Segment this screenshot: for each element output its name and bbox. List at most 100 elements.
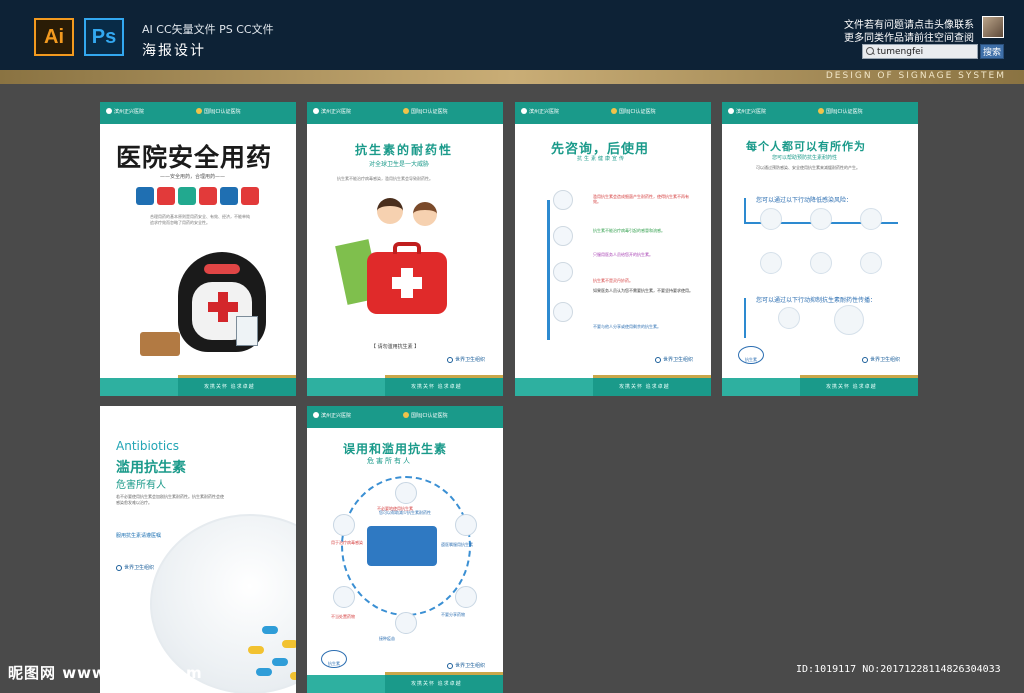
poster-subtitle: ——安全用药，合理用药—— xyxy=(160,174,226,180)
design-tag: DESIGN OF SIGNAGE SYSTEM xyxy=(825,71,1006,81)
flow-node xyxy=(553,302,573,322)
poster-paragraph: 若不必要使用抗生素会加剧抗生素耐药性。抗生素耐药性会使感染愈发难以治疗。 xyxy=(116,494,224,505)
design-tag-bar: DESIGN OF SIGNAGE SYSTEM xyxy=(0,70,1024,84)
who-icon xyxy=(655,356,661,363)
medicine-icon xyxy=(241,187,259,205)
white-cross-icon xyxy=(392,277,422,289)
poster-footer: 攻携关怀 追求卓越 xyxy=(515,375,711,396)
pill-icon xyxy=(262,626,278,634)
hospital-logo-icon xyxy=(728,108,734,114)
top-header: Ai Ps AI CC矢量文件 PS CC文件 海报设计 文件若有问题请点击头像… xyxy=(0,0,1024,70)
who-logo: 世界卫生组织 xyxy=(655,356,693,363)
action-icon xyxy=(834,305,864,335)
medicine-icon xyxy=(157,187,175,205)
search-input[interactable] xyxy=(877,45,977,58)
who-icon xyxy=(116,564,122,571)
poster-footer: 攻携关怀 追求卓越 xyxy=(100,375,296,396)
hospital-logo-icon xyxy=(313,108,319,114)
poster-safe-medication[interactable]: 滨州正兴医院 国际JCI认证医院 医院安全用药 ——安全用药，合理用药—— 合理… xyxy=(100,102,296,396)
flow-line xyxy=(744,198,746,222)
poster-top-bar: 滨州正兴医院 国际JCI认证医院 xyxy=(307,102,503,124)
hospital-name: 滨州正兴医院 xyxy=(321,413,352,419)
jci-logo-icon xyxy=(818,108,824,114)
file-format-label: AI CC矢量文件 PS CC文件 xyxy=(142,23,274,36)
who-icon xyxy=(862,356,868,363)
poster-top-bar: 滨州正兴医院 国际JCI认证医院 xyxy=(307,406,503,428)
harm-text: 用于治疗病毒感染 xyxy=(331,540,363,545)
action-icon xyxy=(860,208,882,230)
cycle-center-illustration xyxy=(367,526,437,566)
pill-icon xyxy=(272,658,288,666)
hospital-logo-icon xyxy=(521,108,527,114)
poster-misuse-harms-all[interactable]: 滨州正兴医院 国际JCI认证医院 误用和滥用抗生素 危害所有人 您可以帮助减少抗… xyxy=(307,406,503,693)
footer-slogan: 攻携关怀 追求卓越 xyxy=(204,384,255,390)
who-icon xyxy=(447,356,453,363)
cycle-node-icon xyxy=(395,482,417,504)
who-label: 世界卫生组织 xyxy=(663,357,694,363)
action-icon xyxy=(810,208,832,230)
footer-light-block xyxy=(100,378,179,396)
jci-name: 国际JCI认证医院 xyxy=(619,109,656,115)
cycle-node-icon xyxy=(333,586,355,608)
footer-gold-stripe xyxy=(800,375,918,378)
poster-title: 滥用抗生素 xyxy=(116,460,186,476)
flow-node xyxy=(553,190,573,210)
site-watermark: 昵图网 www.nipic.com xyxy=(8,664,203,682)
poster-paragraph: 可以通过预防感染、安全使用抗生素来减缓耐药性的产生。 xyxy=(756,165,860,170)
harm-text: 不必要地使用抗生素 xyxy=(377,506,413,511)
footer-gold-stripe xyxy=(178,375,296,378)
flow-text: 抗生素不是灵丹妙药。 xyxy=(593,278,633,283)
flow-text: 只服用医务人员给您开的抗生素。 xyxy=(593,252,653,257)
adobe-illustrator-icon: Ai xyxy=(34,18,74,56)
poster-subtitle: 危害所有人 xyxy=(116,480,166,491)
poster-consult-first[interactable]: 滨州正兴医院 国际JCI认证医院 先咨询，后使用 抗生素健康宣传 滥用抗生素会造… xyxy=(515,102,711,396)
who-label: 世界卫生组织 xyxy=(124,565,155,571)
who-logo: 世界卫生组织 xyxy=(116,564,154,571)
flow-text: 不要与他人分享或使用剩余的抗生素。 xyxy=(593,324,661,329)
footer-light-block xyxy=(722,378,801,396)
who-logo: 世界卫生组织 xyxy=(447,662,485,669)
antibiotic-badge: 抗生素 xyxy=(738,346,764,364)
poster-title: 每个人都可以有所作为 xyxy=(746,140,866,153)
poster-warning-label: 【 请勿滥用抗生素 】 xyxy=(371,344,420,350)
section-heading: 您可以通过以下行动降低感染风险： xyxy=(756,197,853,204)
poster-title: 医院安全用药 xyxy=(116,143,273,172)
section-heading: 您可以通过以下行动抑制抗生素耐药性传播： xyxy=(756,297,877,304)
jci-name: 国际JCI认证医院 xyxy=(411,413,448,419)
category-title: 海报设计 xyxy=(142,43,206,59)
poster-antibiotics-abuse[interactable]: Antibiotics 滥用抗生素 危害所有人 若不必要使用抗生素会加剧抗生素耐… xyxy=(100,406,296,693)
jci-logo-icon xyxy=(403,108,409,114)
nurse-illustration xyxy=(413,202,437,226)
medicine-icon xyxy=(199,187,217,205)
footer-light-block xyxy=(515,378,594,396)
pill-icon xyxy=(256,668,272,676)
hospital-logo-icon xyxy=(313,412,319,418)
flow-text: 滥用抗生素会造成细菌产生耐药性，使得抗生素不再有效。 xyxy=(593,194,689,204)
who-label: 世界卫生组织 xyxy=(455,357,486,363)
footer-slogan: 攻携关怀 追求卓越 xyxy=(411,681,462,687)
poster-english-title: Antibiotics xyxy=(116,439,180,453)
jci-name: 国际JCI认证医院 xyxy=(826,109,863,115)
poster-top-bar: 滨州正兴医院 国际JCI认证医院 xyxy=(515,102,711,124)
hospital-name: 滨州正兴医院 xyxy=(529,109,560,115)
who-logo: 世界卫生组织 xyxy=(447,356,485,363)
who-label: 世界卫生组织 xyxy=(455,663,486,669)
red-cross-icon xyxy=(208,302,238,312)
kit-handle xyxy=(393,242,421,254)
advice-text: 不要分享药物 xyxy=(441,612,465,617)
poster-antibiotic-resistance[interactable]: 滨州正兴医院 国际JCI认证医院 抗生素的耐药性 对全球卫生是一大威胁 抗生素不… xyxy=(307,102,503,396)
poster-paragraph: 抗生素不能治疗病毒感染，滥用抗生素会导致耐药性。 xyxy=(337,176,433,181)
medicine-icon-row xyxy=(136,187,259,205)
search-button[interactable]: 搜索 xyxy=(980,44,1004,59)
poster-top-bar: 滨州正兴医院 国际JCI认证医院 xyxy=(722,102,918,124)
more-works-note: 更多同类作品请前往空间查阅 xyxy=(844,33,974,44)
poster-everyone-can-act[interactable]: 滨州正兴医院 国际JCI认证医院 每个人都可以有所作为 您可以帮助预防抗生素耐药… xyxy=(722,102,918,396)
poster-title: 误用和滥用抗生素 xyxy=(343,442,448,456)
author-avatar[interactable] xyxy=(982,16,1004,38)
medicine-icon xyxy=(178,187,196,205)
cycle-node-icon xyxy=(455,586,477,608)
poster-top-bar: 滨州正兴医院 国际JCI认证医院 xyxy=(100,102,296,124)
search-icon xyxy=(863,45,877,58)
search-field[interactable] xyxy=(862,44,978,59)
footer-gold-stripe xyxy=(593,375,711,378)
